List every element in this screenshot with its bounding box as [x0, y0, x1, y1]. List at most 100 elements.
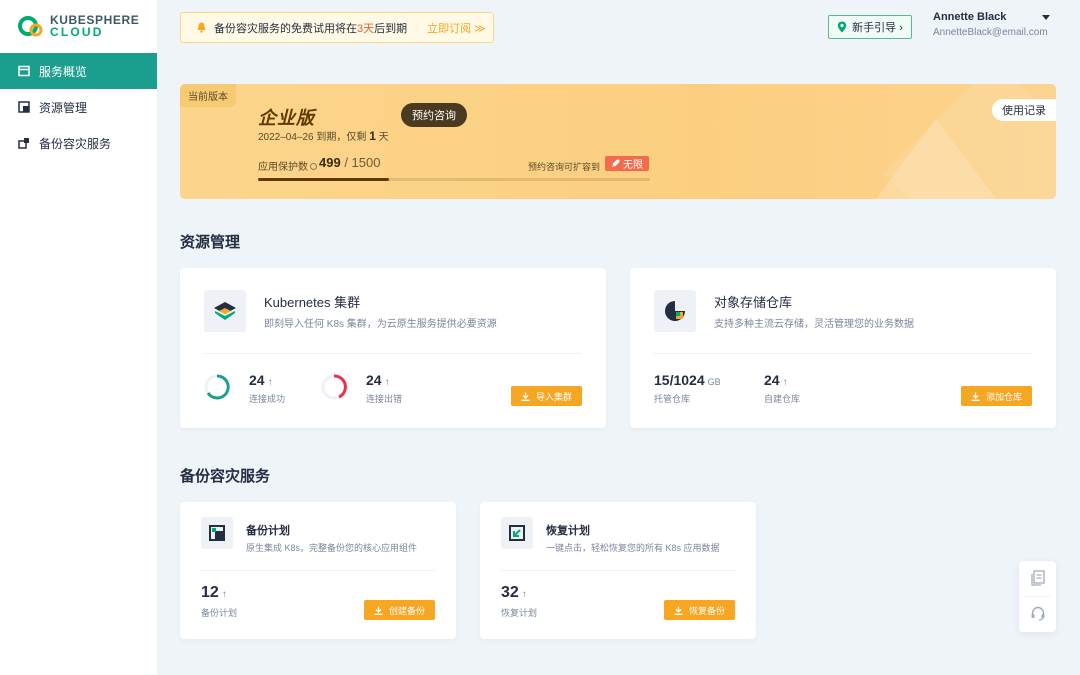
user-email: AnnetteBlack@email.com: [933, 27, 1048, 38]
sidebar-item-label: 备份容灾服务: [39, 136, 112, 151]
sidebar-item-resource[interactable]: 资源管理: [0, 89, 157, 125]
banner-prefix: 备份容灾服务的免费试用将在: [214, 22, 357, 35]
k8s-card-title: Kubernetes 集群: [264, 295, 361, 310]
storage-stat-managed: 15/1024 GB 托管仓库: [654, 372, 721, 405]
download-icon: [674, 606, 683, 615]
protect-label-text: 应用保护数: [258, 162, 308, 173]
user-menu[interactable]: Annette Black AnnetteBlack@email.com: [933, 11, 1058, 38]
restore-backup-button[interactable]: 恢复备份: [664, 600, 735, 620]
backup-icon: [18, 138, 29, 149]
question-icon[interactable]: [310, 163, 317, 170]
backup-plan-stat: 12 ↑ 备份计划: [201, 584, 237, 619]
kubesphere-logo-icon: [18, 16, 43, 37]
divider: [201, 570, 435, 571]
button-label: 恢复备份: [688, 605, 725, 616]
beginner-guide-button[interactable]: 新手引导 ›: [828, 15, 912, 39]
guide-label: 新手引导 ›: [852, 22, 903, 34]
subscribe-link[interactable]: 立即订阅 ≫: [427, 20, 486, 36]
expiry-days: 1: [369, 129, 376, 143]
user-name: Annette Black: [933, 11, 1007, 23]
document-icon[interactable]: [1030, 570, 1046, 586]
trial-banner: 备份容灾服务的免费试用将在 3天 后到期 立即订阅 ≫: [180, 12, 494, 43]
sidebar: KUBESPHERE CLOUD 服务概览 资源管理 备份容灾服务: [0, 0, 157, 675]
protect-value: 499 / 1500: [319, 155, 380, 170]
headset-icon[interactable]: [1030, 605, 1046, 621]
resource-icon: [18, 101, 30, 113]
add-repository-button[interactable]: 添加仓库: [961, 386, 1032, 406]
stat-number: 24: [764, 372, 780, 388]
download-icon: [521, 392, 530, 401]
download-icon: [971, 392, 980, 401]
storage-stat-self: 24 ↑ 自建仓库: [764, 372, 800, 405]
create-backup-button[interactable]: 创建备份: [364, 600, 435, 620]
restore-plan-desc: 一键点击，轻松恢复您的所有 K8s 应用数据: [546, 543, 720, 553]
stat-label: 连接成功: [249, 394, 286, 404]
button-label: 创建备份: [388, 605, 425, 616]
protect-progress-bar: [258, 178, 650, 181]
storage-card-desc: 支持多种主流云存储，灵活管理您的业务数据: [714, 319, 914, 330]
protect-label: 应用保护数: [258, 158, 317, 173]
object-storage-card: 对象存储仓库 支持多种主流云存储，灵活管理您的业务数据 15/1024 GB 托管…: [630, 268, 1056, 428]
stat-label: 连接出错: [366, 394, 403, 404]
import-cluster-button[interactable]: 导入集群: [511, 386, 582, 406]
k8s-stat-success: 24 ↑ 连接成功: [249, 372, 285, 405]
restore-plan-stat: 32 ↑ 恢复计划: [501, 584, 537, 619]
edition-title: 企业版: [258, 108, 315, 128]
protect-total: / 1500: [340, 155, 381, 170]
expiry-suffix: 天: [378, 132, 389, 143]
arrow-up-icon: ↑: [782, 377, 788, 388]
stat-unit: GB: [707, 377, 721, 387]
divider: [654, 353, 1032, 354]
resource-section-title: 资源管理: [180, 234, 241, 251]
banner-days: 3天: [357, 22, 375, 35]
edition-card: 当前版本 企业版 2022–04–26 到期，仅剩 1 天 预约咨询 应用保护数…: [180, 84, 1056, 199]
k8s-cluster-card: Kubernetes 集群 即刻导入任何 K8s 集群，为云原生服务提供必要资源…: [180, 268, 606, 428]
consult-button[interactable]: 预约咨询: [401, 103, 467, 127]
arrow-up-icon: ↑: [267, 377, 273, 388]
sidebar-item-label: 服务概览: [39, 64, 88, 79]
expiry-prefix: 2022–04–26 到期，仅剩: [258, 132, 367, 143]
k8s-icon-box: [204, 290, 246, 332]
divider: [501, 570, 735, 571]
stat-number: 15/1024: [654, 372, 705, 388]
protect-progress-fill: [258, 178, 389, 181]
button-label: 导入集群: [535, 391, 572, 402]
backup-section-title: 备份容灾服务: [180, 468, 271, 485]
floating-toolbar: [1019, 561, 1056, 632]
button-label: 添加仓库: [985, 391, 1022, 402]
restore-plan-icon: [509, 525, 525, 541]
protect-used: 499: [319, 155, 341, 170]
usage-history-button[interactable]: 使用记录: [992, 99, 1056, 121]
edition-expiry: 2022–04–26 到期，仅剩 1 天: [258, 128, 389, 143]
unlimited-badge: 无限: [605, 156, 649, 171]
backup-plan-icon: [209, 525, 225, 541]
stat-number: 32: [501, 584, 519, 601]
arrow-up-icon: ↑: [384, 377, 390, 388]
backup-plan-card: 备份计划 原生集成 K8s，完整备份您的核心应用组件 12 ↑ 备份计划 创建备份: [180, 502, 456, 639]
stat-number: 12: [201, 584, 219, 601]
overview-icon: [18, 65, 30, 77]
decoration-triangle: [876, 119, 996, 199]
sidebar-item-backup[interactable]: 备份容灾服务: [0, 125, 157, 161]
error-ring-icon: [321, 374, 347, 400]
divider: [1025, 596, 1050, 597]
backup-plan-desc: 原生集成 K8s，完整备份您的核心应用组件: [246, 543, 418, 553]
logo[interactable]: KUBESPHERE CLOUD: [18, 14, 139, 38]
unlimited-text: 无限: [623, 160, 643, 171]
k8s-stat-error: 24 ↑ 连接出错: [366, 372, 402, 405]
caret-down-icon[interactable]: [1042, 15, 1050, 20]
arrow-up-icon: ↑: [521, 589, 527, 600]
bell-icon: [197, 22, 206, 33]
stat-label: 备份计划: [201, 608, 238, 618]
sidebar-item-overview[interactable]: 服务概览: [0, 53, 157, 89]
download-icon: [374, 606, 383, 615]
arrow-up-icon: ↑: [221, 589, 227, 600]
location-pin-icon: [837, 21, 847, 33]
backup-plan-icon-box: [201, 517, 233, 549]
rocket-icon: [611, 159, 620, 168]
current-version-tag: 当前版本: [180, 84, 236, 107]
stat-label: 恢复计划: [501, 608, 538, 618]
divider: [204, 353, 582, 354]
cluster-layers-icon: [214, 302, 236, 320]
storage-icon: [665, 301, 685, 321]
